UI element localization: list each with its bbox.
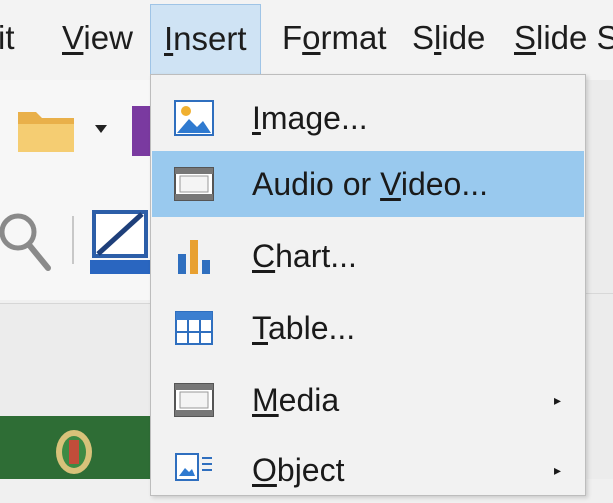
insert-dropdown-menu: Image... Audio or Video... Chart... Tabl… bbox=[150, 74, 586, 496]
menu-item-label: Media bbox=[252, 382, 340, 418]
menu-item-label: Image... bbox=[252, 100, 368, 136]
film-icon bbox=[174, 167, 214, 201]
menu-item-image[interactable]: Image... bbox=[152, 85, 584, 151]
toolbar-separator bbox=[72, 216, 74, 264]
zoom-icon[interactable] bbox=[0, 210, 56, 272]
menu-view[interactable]: View bbox=[62, 4, 133, 72]
menu-item-media[interactable]: Media ▸ bbox=[152, 367, 584, 433]
sidebar-area bbox=[0, 304, 160, 416]
open-folder-icon[interactable] bbox=[14, 100, 78, 156]
submenu-arrow-icon: ▸ bbox=[554, 462, 562, 478]
menu-format[interactable]: Format bbox=[282, 4, 387, 72]
emblem-icon bbox=[56, 430, 92, 474]
menu-item-chart[interactable]: Chart... bbox=[152, 223, 584, 289]
menu-item-table[interactable]: Table... bbox=[152, 295, 584, 361]
dropdown-arrow-icon[interactable] bbox=[94, 124, 108, 134]
menu-item-audio-or-video[interactable]: Audio or Video... bbox=[152, 151, 584, 217]
line-color-icon[interactable] bbox=[90, 208, 150, 274]
right-panel bbox=[584, 80, 613, 479]
bar-chart-icon bbox=[178, 240, 210, 274]
menu-item-label: Table... bbox=[252, 310, 356, 346]
save-icon[interactable] bbox=[132, 106, 150, 156]
menu-item-label: Chart... bbox=[252, 238, 357, 274]
menu-slide[interactable]: Slide bbox=[412, 4, 485, 72]
menu-edit[interactable]: it bbox=[0, 4, 15, 72]
submenu-arrow-icon: ▸ bbox=[554, 392, 562, 408]
table-icon bbox=[175, 311, 213, 345]
object-icon bbox=[175, 453, 212, 481]
menu-item-object[interactable]: Object ▸ bbox=[152, 437, 584, 503]
menu-slide-show[interactable]: Slide Sh bbox=[514, 4, 613, 72]
toolbar bbox=[0, 80, 150, 300]
menu-item-label: Object bbox=[252, 452, 345, 488]
slide-thumbnail[interactable] bbox=[0, 416, 160, 479]
image-icon bbox=[174, 100, 214, 136]
menu-item-label: Audio or Video... bbox=[252, 166, 489, 202]
menu-insert[interactable]: Insert bbox=[150, 4, 261, 77]
media-icon bbox=[174, 383, 214, 417]
menu-bar: it View Insert Format Slide Slide Sh bbox=[0, 0, 613, 81]
